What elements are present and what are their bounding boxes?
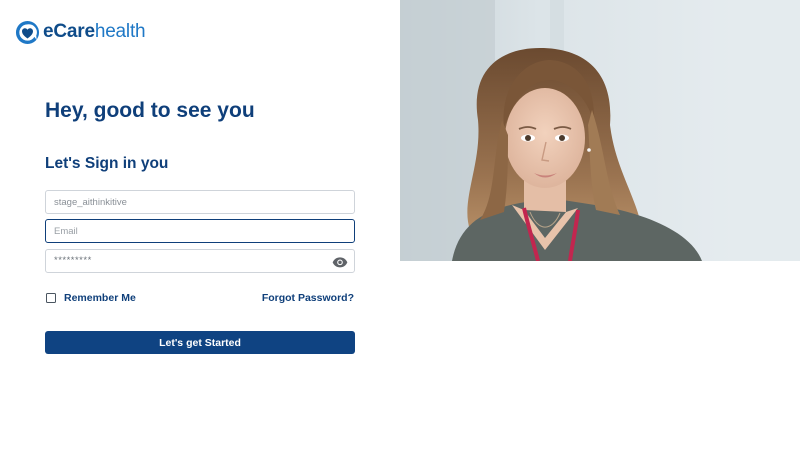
- get-started-button[interactable]: Let's get Started: [45, 331, 355, 354]
- username-input[interactable]: [46, 191, 354, 213]
- brand-name-part1: eCare: [43, 21, 95, 42]
- remember-me-checkbox[interactable]: [46, 293, 56, 303]
- brand-name-part2: health: [94, 21, 146, 42]
- remember-me[interactable]: Remember Me: [46, 292, 136, 304]
- forgot-password-link[interactable]: Forgot Password?: [262, 292, 354, 304]
- eye-icon[interactable]: [332, 254, 348, 270]
- page-title: Hey, good to see you: [45, 99, 255, 122]
- login-page: eCarehealth Hey, good to see you Let's S…: [0, 0, 800, 450]
- remember-me-label: Remember Me: [64, 292, 136, 304]
- heart-chat-logo-icon: [15, 20, 40, 44]
- password-value: *********: [54, 255, 92, 266]
- password-field[interactable]: *********: [45, 249, 355, 273]
- brand-name: eCarehealth: [43, 19, 146, 45]
- hero-image: [400, 0, 800, 261]
- brand-logo[interactable]: eCarehealth: [15, 19, 146, 45]
- email-field: [45, 219, 355, 243]
- username-field: [45, 190, 355, 214]
- email-input[interactable]: [46, 220, 354, 242]
- doctor-portrait-image: [400, 0, 800, 261]
- sign-in-subheading: Let's Sign in you: [45, 155, 169, 172]
